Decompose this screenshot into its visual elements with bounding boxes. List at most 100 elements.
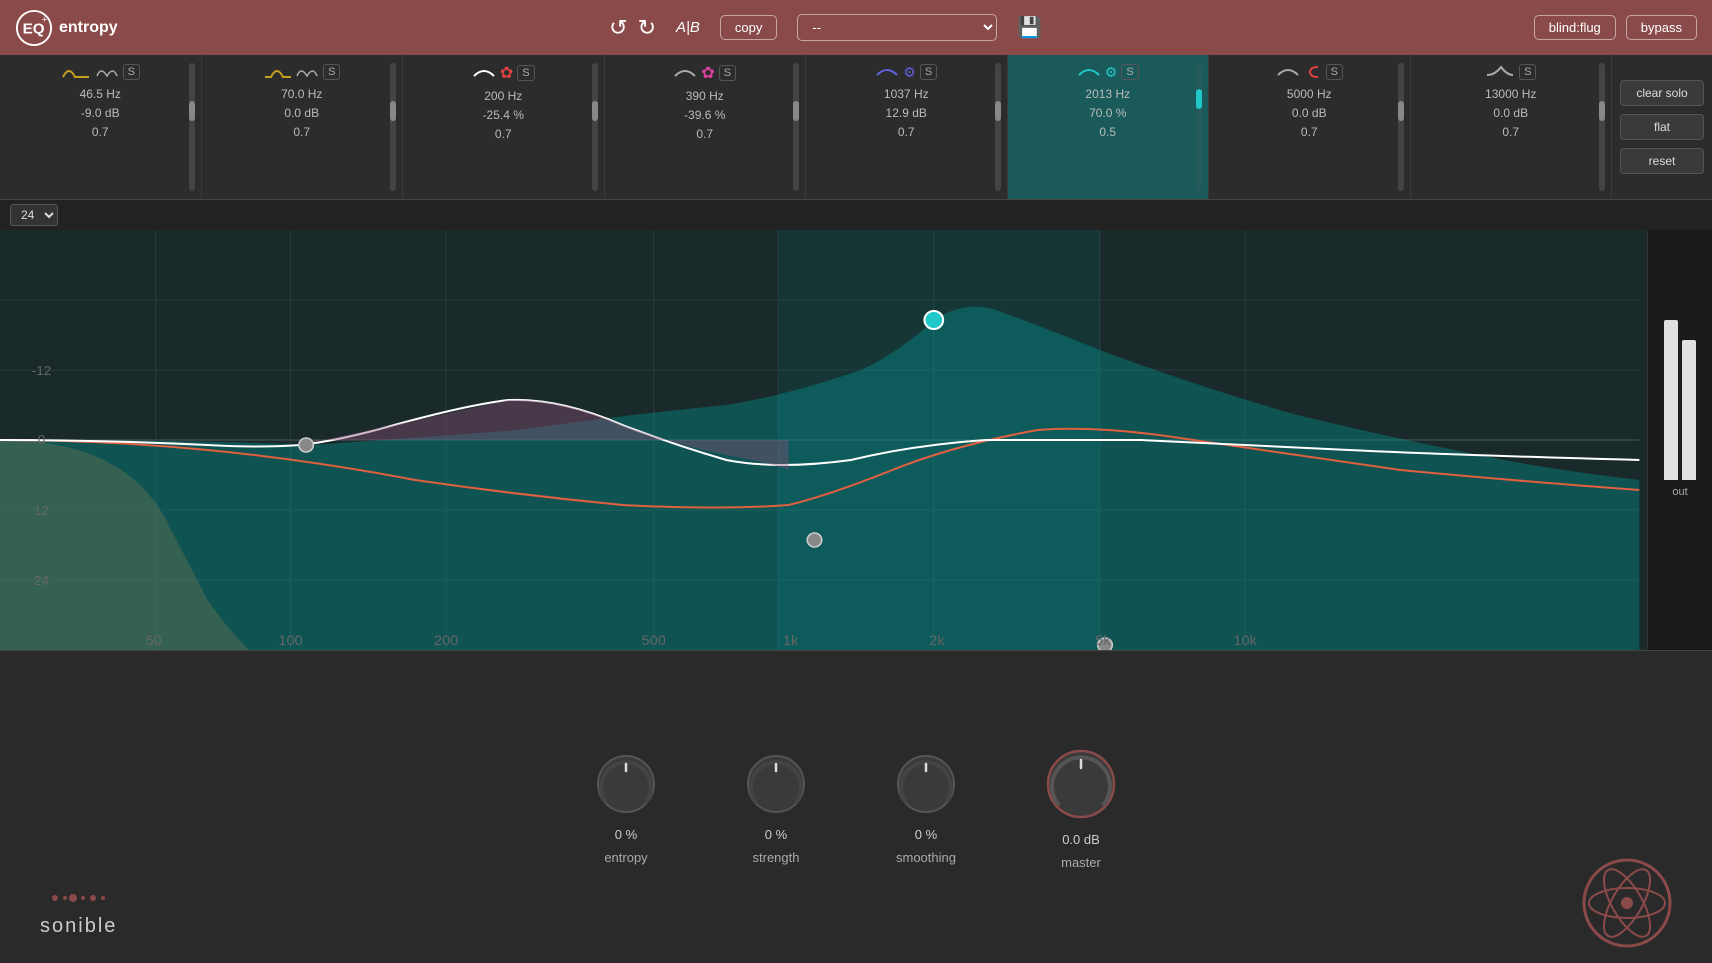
band-5[interactable]: ⚙ S 1037 Hz 12.9 dB 0.7 [806,55,1008,199]
blindflug-button[interactable]: blind:flug [1534,15,1616,40]
band-4-type-icon [673,64,697,82]
band-5-type-icon [875,63,899,81]
band-2-top: S [263,63,340,81]
band-8-values: 13000 Hz 0.0 dB 0.7 [1485,85,1536,143]
atom-logo [1582,858,1672,948]
band-2-node[interactable] [299,438,314,452]
band-8-top: S [1485,63,1536,81]
band-8-solo[interactable]: S [1519,64,1536,80]
bottom-section: sonible 0 % entropy 0 % strength [0,650,1712,963]
band-6-slider[interactable] [1196,63,1202,191]
band-4-slider[interactable] [793,63,799,191]
smoothing-knob-label: smoothing [896,850,956,865]
svg-text:-12: -12 [32,363,51,378]
band-1-slider[interactable] [189,63,195,191]
band-7-solo[interactable]: S [1326,64,1343,80]
band-1-values: 46.5 Hz -9.0 dB 0.7 [80,85,121,143]
band-5-solo[interactable]: S [920,64,937,80]
band-6-gear-icon: ⚙ [1105,64,1118,81]
copy-button[interactable]: copy [720,15,777,40]
band-2[interactable]: S 70.0 Hz 0.0 dB 0.7 [202,55,404,199]
svg-text:50: 50 [145,633,161,649]
strength-knob-group: 0 % strength [741,749,811,865]
band-6-solo[interactable]: S [1121,64,1138,80]
band-7-values: 5000 Hz 0.0 dB 0.7 [1287,85,1332,143]
band-2-solo[interactable]: S [323,64,340,80]
top-right-controls: blind:flug bypass [1534,15,1697,40]
band-4[interactable]: ✿ S 390 Hz -39.6 % 0.7 [605,55,807,199]
smoothing-knob-value: 0 % [915,827,937,842]
band-4-top: ✿ S [673,63,736,83]
flat-button[interactable]: flat [1620,114,1704,140]
band-4-solo[interactable]: S [719,65,736,81]
band-7-top: S [1276,63,1343,81]
top-center-controls: ↺ ↻ A|B copy -- 💾 [138,14,1514,41]
band-4-values: 390 Hz -39.6 % 0.7 [684,87,725,145]
band-5-slider[interactable] [995,63,1001,191]
save-button[interactable]: 💾 [1017,15,1042,40]
band-6-top: ⚙ S [1077,63,1139,81]
band-strip: S 46.5 Hz -9.0 dB 0.7 S 70.0 Hz 0.0 dB 0… [0,55,1712,200]
svg-text:500: 500 [642,633,666,649]
band-3-solo[interactable]: S [517,65,534,81]
svg-text:200: 200 [434,633,458,649]
topbar: EQ + entropy ↺ ↻ A|B copy -- 💾 blind:flu… [0,0,1712,55]
band-3-type-icon [472,64,496,82]
band-8-type-icon [1485,63,1515,81]
band-1-solo[interactable]: S [123,64,140,80]
master-knob-value: 0.0 dB [1062,832,1100,847]
band-7-c-icon [1304,63,1322,81]
band-6-node[interactable] [924,311,943,329]
band-5-values: 1037 Hz 12.9 dB 0.7 [884,85,929,143]
band-8[interactable]: S 13000 Hz 0.0 dB 0.7 [1411,55,1613,199]
band-2-type-icon [263,63,291,81]
band-5-node[interactable] [807,533,822,547]
svg-text:2k: 2k [929,633,945,649]
band-5-top: ⚙ S [875,63,937,81]
smoothing-knob[interactable] [891,749,961,819]
undo-redo-group: ↺ ↻ [609,15,656,41]
entropy-knob-value: 0 % [615,827,637,842]
eq-canvas[interactable]: 50 100 200 500 1k 2k 5k 10k -12 0 12 24 … [0,230,1712,650]
svg-text:0: 0 [38,432,46,447]
zoom-select[interactable]: 24 12 6 48 [10,204,58,226]
sonible-dots [49,890,109,906]
preset-select[interactable]: -- [797,14,997,41]
band-3-top: ✿ S [472,63,535,83]
meter-bar-left [1664,320,1678,480]
svg-text:100: 100 [278,633,302,649]
display-bar: 24 12 6 48 [0,200,1712,230]
clear-solo-button[interactable]: clear solo [1620,80,1704,106]
entropy-knob[interactable] [591,749,661,819]
master-knob-label: master [1061,855,1101,870]
band-7-type-icon [1276,63,1300,81]
master-knob[interactable] [1041,744,1121,824]
band-3-star-icon: ✿ [500,63,513,83]
band-4-star-icon: ✿ [701,63,714,83]
eq-area: 50 100 200 500 1k 2k 5k 10k -12 0 12 24 … [0,230,1712,650]
band-7-slider[interactable] [1398,63,1404,191]
band-8-slider[interactable] [1599,63,1605,191]
sonible-text: sonible [40,915,117,938]
sonible-brand: sonible [40,890,117,938]
bypass-button[interactable]: bypass [1626,15,1697,40]
redo-button[interactable]: ↻ [638,15,656,41]
band-6-type-icon [1077,63,1101,81]
band-2-bell-icon [295,64,319,80]
logo-icon: EQ + [15,9,53,47]
svg-text:12: 12 [34,503,49,518]
band-3[interactable]: ✿ S 200 Hz -25.4 % 0.7 [403,55,605,199]
band-3-values: 200 Hz -25.4 % 0.7 [483,87,524,145]
strength-knob-label: strength [753,850,800,865]
svg-text:+: + [42,14,48,25]
band-2-slider[interactable] [390,63,396,191]
svg-text:10k: 10k [1233,633,1257,649]
band-3-slider[interactable] [592,63,598,191]
reset-button[interactable]: reset [1620,148,1704,174]
undo-button[interactable]: ↺ [609,15,627,41]
svg-text:5k: 5k [1095,633,1111,649]
band-6[interactable]: ⚙ S 2013 Hz 70.0 % 0.5 [1008,55,1210,199]
strength-knob[interactable] [741,749,811,819]
band-1[interactable]: S 46.5 Hz -9.0 dB 0.7 [0,55,202,199]
band-7[interactable]: S 5000 Hz 0.0 dB 0.7 [1209,55,1411,199]
